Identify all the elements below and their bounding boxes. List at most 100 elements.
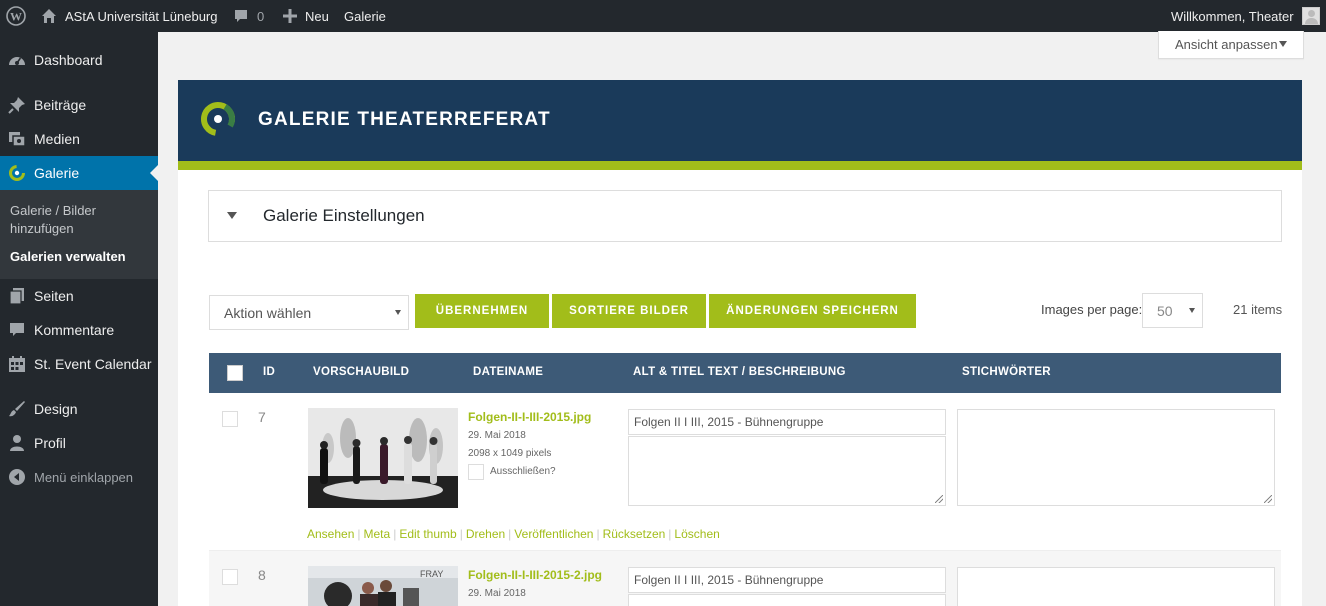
- sidebar-item-design[interactable]: Design: [0, 392, 158, 426]
- greeting: Willkommen, Theater: [1171, 8, 1294, 24]
- images-per-page-select[interactable]: 50: [1142, 293, 1203, 328]
- row-actions: Ansehen | Meta | Edit thumb | Drehen | Veröf…: [307, 527, 720, 541]
- image-filename-link[interactable]: Folgen-II-I-III-2015.jpg: [468, 410, 591, 424]
- images-per-page-value: 50: [1157, 302, 1173, 319]
- gallery-submenu: Galerie / Bilder hinzufügen Galerien ver…: [0, 190, 158, 279]
- description-textarea[interactable]: [628, 436, 946, 506]
- column-header-alt[interactable]: ALT & TITEL TEXT / BESCHREIBUNG: [633, 366, 846, 378]
- wordpress-logo-icon[interactable]: W: [6, 0, 26, 32]
- separator: |: [508, 527, 512, 541]
- sidebar-item-posts[interactable]: Beiträge: [0, 88, 158, 122]
- row-checkbox[interactable]: [222, 569, 238, 585]
- sidebar-item-media[interactable]: Medien: [0, 122, 158, 156]
- bulk-action-value: Aktion wählen: [224, 304, 312, 321]
- brush-icon: [7, 399, 27, 419]
- sidebar-item-dashboard[interactable]: Dashboard: [0, 43, 158, 77]
- sidebar-item-comments[interactable]: Kommentare: [0, 313, 158, 347]
- site-name: AStA Universität Lüneburg: [65, 8, 218, 24]
- screen-options-label: Ansicht anpassen: [1175, 37, 1278, 52]
- description-textarea[interactable]: [628, 594, 946, 606]
- comments-count: 0: [257, 8, 265, 24]
- image-thumbnail[interactable]: [308, 408, 458, 508]
- apply-button[interactable]: ÜBERNEHMEN: [415, 294, 549, 328]
- separator: |: [596, 527, 600, 541]
- plus-icon: [283, 9, 297, 23]
- comment-icon: [7, 320, 27, 340]
- caret-down-icon: [1279, 41, 1287, 47]
- resize-handle-icon[interactable]: [935, 495, 943, 503]
- image-date: 29. Mai 2018: [468, 588, 526, 599]
- screen-options-button[interactable]: Ansicht anpassen: [1158, 31, 1304, 59]
- site-home-link[interactable]: AStA Universität Lüneburg: [41, 0, 217, 32]
- sidebar-item-pages[interactable]: Seiten: [0, 279, 158, 313]
- bulk-action-select[interactable]: Aktion wählen: [209, 295, 409, 330]
- column-header-id[interactable]: ID: [263, 366, 275, 378]
- home-icon: [41, 8, 57, 24]
- gallery-link[interactable]: Galerie: [344, 0, 386, 32]
- banner-accent-stripe: [178, 161, 1302, 170]
- separator: |: [393, 527, 397, 541]
- svg-text:FRAY: FRAY: [420, 569, 443, 579]
- sidebar-item-label: St. Event Calendar: [34, 356, 152, 372]
- action-delete-link[interactable]: Löschen: [674, 527, 719, 541]
- dashboard-icon: [7, 50, 27, 70]
- action-reset-link[interactable]: Rücksetzen: [603, 527, 666, 541]
- table-row: 8 FRAY Folgen-II-I-III-2015-2.jpg 29. Ma…: [209, 551, 1281, 606]
- new-content-link[interactable]: Neu: [283, 0, 329, 32]
- sidebar-item-label: Galerie: [34, 165, 80, 181]
- sidebar-item-label: Design: [34, 401, 78, 417]
- sidebar-item-label: Medien: [34, 131, 80, 147]
- resize-handle-icon[interactable]: [1264, 495, 1272, 503]
- sidebar-item-profile[interactable]: Profil: [0, 426, 158, 460]
- separator: |: [357, 527, 361, 541]
- image-thumbnail[interactable]: FRAY: [308, 566, 458, 606]
- collapse-icon: [7, 467, 27, 487]
- action-edit-thumb-link[interactable]: Edit thumb: [399, 527, 456, 541]
- select-all-checkbox[interactable]: [227, 365, 243, 381]
- admin-bar: W AStA Universität Lüneburg 0 Neu Galeri…: [0, 0, 1326, 32]
- comments-link[interactable]: 0: [233, 0, 264, 32]
- caret-down-icon: [1189, 308, 1195, 313]
- column-header-tags: STICHWÖRTER: [962, 366, 1051, 378]
- exclude-checkbox[interactable]: [468, 464, 484, 480]
- svg-text:W: W: [10, 10, 22, 24]
- new-label: Neu: [305, 8, 329, 24]
- pin-icon: [7, 95, 27, 115]
- images-per-page-label: Images per page:: [1041, 302, 1143, 317]
- tags-textarea[interactable]: [957, 567, 1275, 606]
- tags-textarea[interactable]: [957, 409, 1275, 506]
- alt-title-input[interactable]: Folgen II I III, 2015 - Bühnengruppe: [628, 409, 946, 435]
- action-view-link[interactable]: Ansehen: [307, 527, 354, 541]
- items-count: 21 items: [1233, 302, 1283, 317]
- gallery-settings-title[interactable]: Galerie Einstellungen: [263, 206, 425, 226]
- collapse-menu-button[interactable]: Menü einklappen: [0, 460, 158, 494]
- pages-icon: [7, 286, 27, 306]
- nextgen-icon: [7, 163, 27, 183]
- image-date: 29. Mai 2018: [468, 430, 526, 441]
- sidebar-item-label: Seiten: [34, 288, 74, 304]
- image-filename-link[interactable]: Folgen-II-I-III-2015-2.jpg: [468, 568, 602, 582]
- submenu-manage-galleries[interactable]: Galerien verwalten: [10, 248, 150, 266]
- submenu-add-gallery[interactable]: Galerie / Bilder hinzufügen: [10, 202, 150, 238]
- column-header-filename[interactable]: DATEINAME: [473, 366, 543, 378]
- user-icon: [7, 433, 27, 453]
- sidebar-item-event-calendar[interactable]: St. Event Calendar: [0, 347, 158, 381]
- action-meta-link[interactable]: Meta: [364, 527, 391, 541]
- sidebar-item-label: Kommentare: [34, 322, 115, 338]
- sidebar-item-label: Menü einklappen: [34, 469, 134, 485]
- image-dimensions: 2098 x 1049 pixels: [468, 448, 552, 459]
- comment-bubble-icon: [233, 8, 249, 24]
- triangle-down-icon[interactable]: [227, 212, 237, 219]
- sidebar-item-gallery[interactable]: Galerie: [0, 156, 158, 190]
- alt-title-input[interactable]: Folgen II I III, 2015 - Bühnengruppe: [628, 567, 946, 593]
- sort-images-button[interactable]: SORTIERE BILDER: [552, 294, 706, 328]
- column-header-preview: VORSCHAUBILD: [313, 366, 410, 378]
- action-rotate-link[interactable]: Drehen: [466, 527, 505, 541]
- separator: |: [668, 527, 672, 541]
- row-checkbox[interactable]: [222, 411, 238, 427]
- account-menu[interactable]: Willkommen, Theater: [1171, 0, 1320, 32]
- save-changes-button[interactable]: ÄNDERUNGEN SPEICHERN: [709, 294, 916, 328]
- exclude-label: Ausschließen?: [490, 466, 556, 477]
- image-id: 7: [258, 409, 266, 425]
- action-publish-link[interactable]: Veröffentlichen: [514, 527, 593, 541]
